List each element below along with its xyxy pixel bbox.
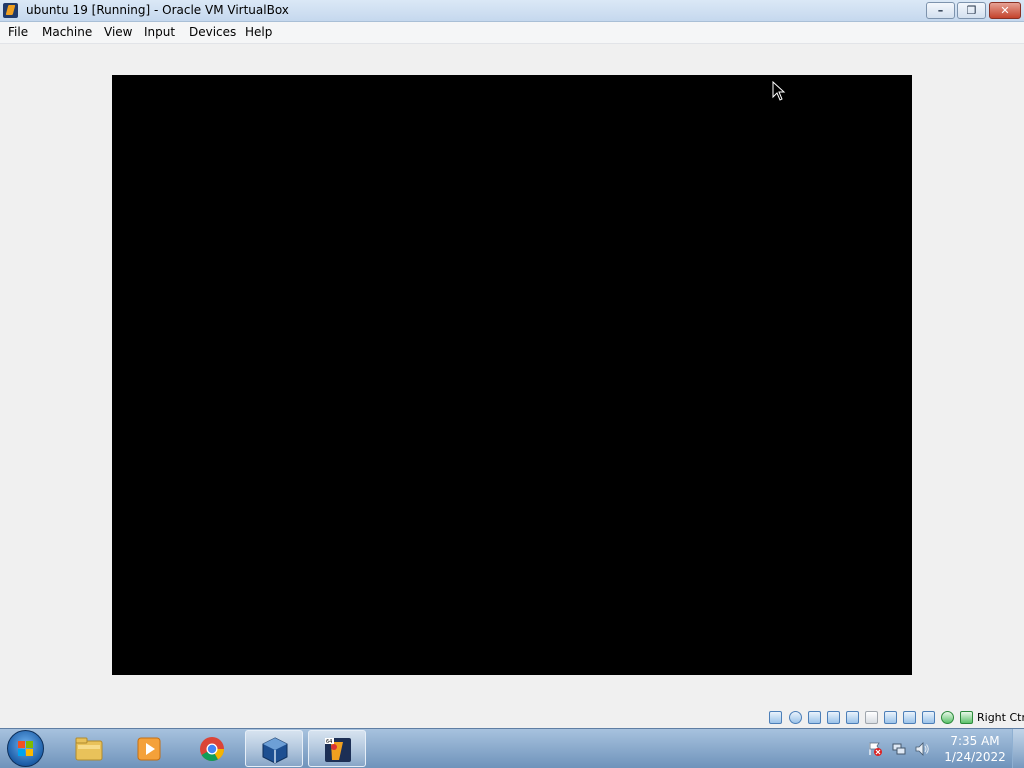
taskbar-vm-window[interactable]: 64 xyxy=(308,730,366,767)
usb-icon[interactable] xyxy=(846,711,859,724)
menu-help[interactable]: Help xyxy=(245,25,272,39)
optical-drive-icon[interactable] xyxy=(789,711,802,724)
close-button[interactable]: ✕ xyxy=(989,2,1021,19)
mouse-pointer-icon xyxy=(772,81,786,101)
menu-devices[interactable]: Devices xyxy=(189,25,236,39)
audio-icon[interactable] xyxy=(808,711,821,724)
clock-time: 7:35 AM xyxy=(950,734,1000,748)
restore-button[interactable]: ❐ xyxy=(957,2,986,19)
host-key-label: Right Ctrl xyxy=(977,711,1024,724)
menu-file[interactable]: File xyxy=(8,25,28,39)
clock-date: 1/24/2022 xyxy=(944,750,1006,764)
file-explorer-icon xyxy=(75,737,103,761)
window-title-bar[interactable]: ubuntu 19 [Running] - Oracle VM VirtualB… xyxy=(0,0,1024,22)
system-clock[interactable]: 7:35 AM 1/24/2022 xyxy=(940,733,1010,765)
virtualization-icon[interactable] xyxy=(922,711,935,724)
hard-disk-icon[interactable] xyxy=(769,711,782,724)
virtualbox-icon xyxy=(262,737,288,764)
taskbar-virtualbox[interactable] xyxy=(245,730,303,767)
menu-input[interactable]: Input xyxy=(144,25,175,39)
svg-text:64: 64 xyxy=(326,739,332,745)
close-icon: ✕ xyxy=(1000,4,1010,17)
processing-icon[interactable] xyxy=(941,711,954,724)
shared-folders-icon[interactable] xyxy=(865,711,878,724)
vm-status-bar: Right Ctrl xyxy=(0,706,1024,728)
screen-capture-icon[interactable] xyxy=(903,711,916,724)
minimize-button[interactable]: – xyxy=(926,2,955,19)
taskbar: 64 7:35 AM 1/24/2022 xyxy=(0,728,1024,768)
taskbar-media-player[interactable] xyxy=(121,730,179,767)
action-center-icon[interactable] xyxy=(867,741,883,757)
minimize-icon: – xyxy=(937,4,944,17)
window-title: ubuntu 19 [Running] - Oracle VM VirtualB… xyxy=(26,3,289,17)
chrome-icon xyxy=(200,737,224,762)
virtualbox-icon xyxy=(3,3,18,18)
display-icon[interactable] xyxy=(884,711,897,724)
vm-display[interactable] xyxy=(112,75,912,675)
media-player-icon xyxy=(137,737,161,761)
mouse-integration-icon[interactable] xyxy=(960,711,973,724)
show-desktop-button[interactable] xyxy=(1012,729,1024,768)
menu-view[interactable]: View xyxy=(104,25,132,39)
menu-machine[interactable]: Machine xyxy=(42,25,92,39)
volume-icon[interactable] xyxy=(914,741,930,757)
network-icon[interactable] xyxy=(827,711,840,724)
network-icon[interactable] xyxy=(891,741,907,757)
virtualbox-vm-icon: 64 xyxy=(325,738,351,762)
restore-icon: ❐ xyxy=(966,4,977,17)
windows-start-icon[interactable] xyxy=(7,730,44,767)
taskbar-explorer[interactable] xyxy=(60,730,118,767)
menu-bar: File Machine View Input Devices Help xyxy=(0,22,1024,44)
taskbar-chrome[interactable] xyxy=(183,730,241,767)
